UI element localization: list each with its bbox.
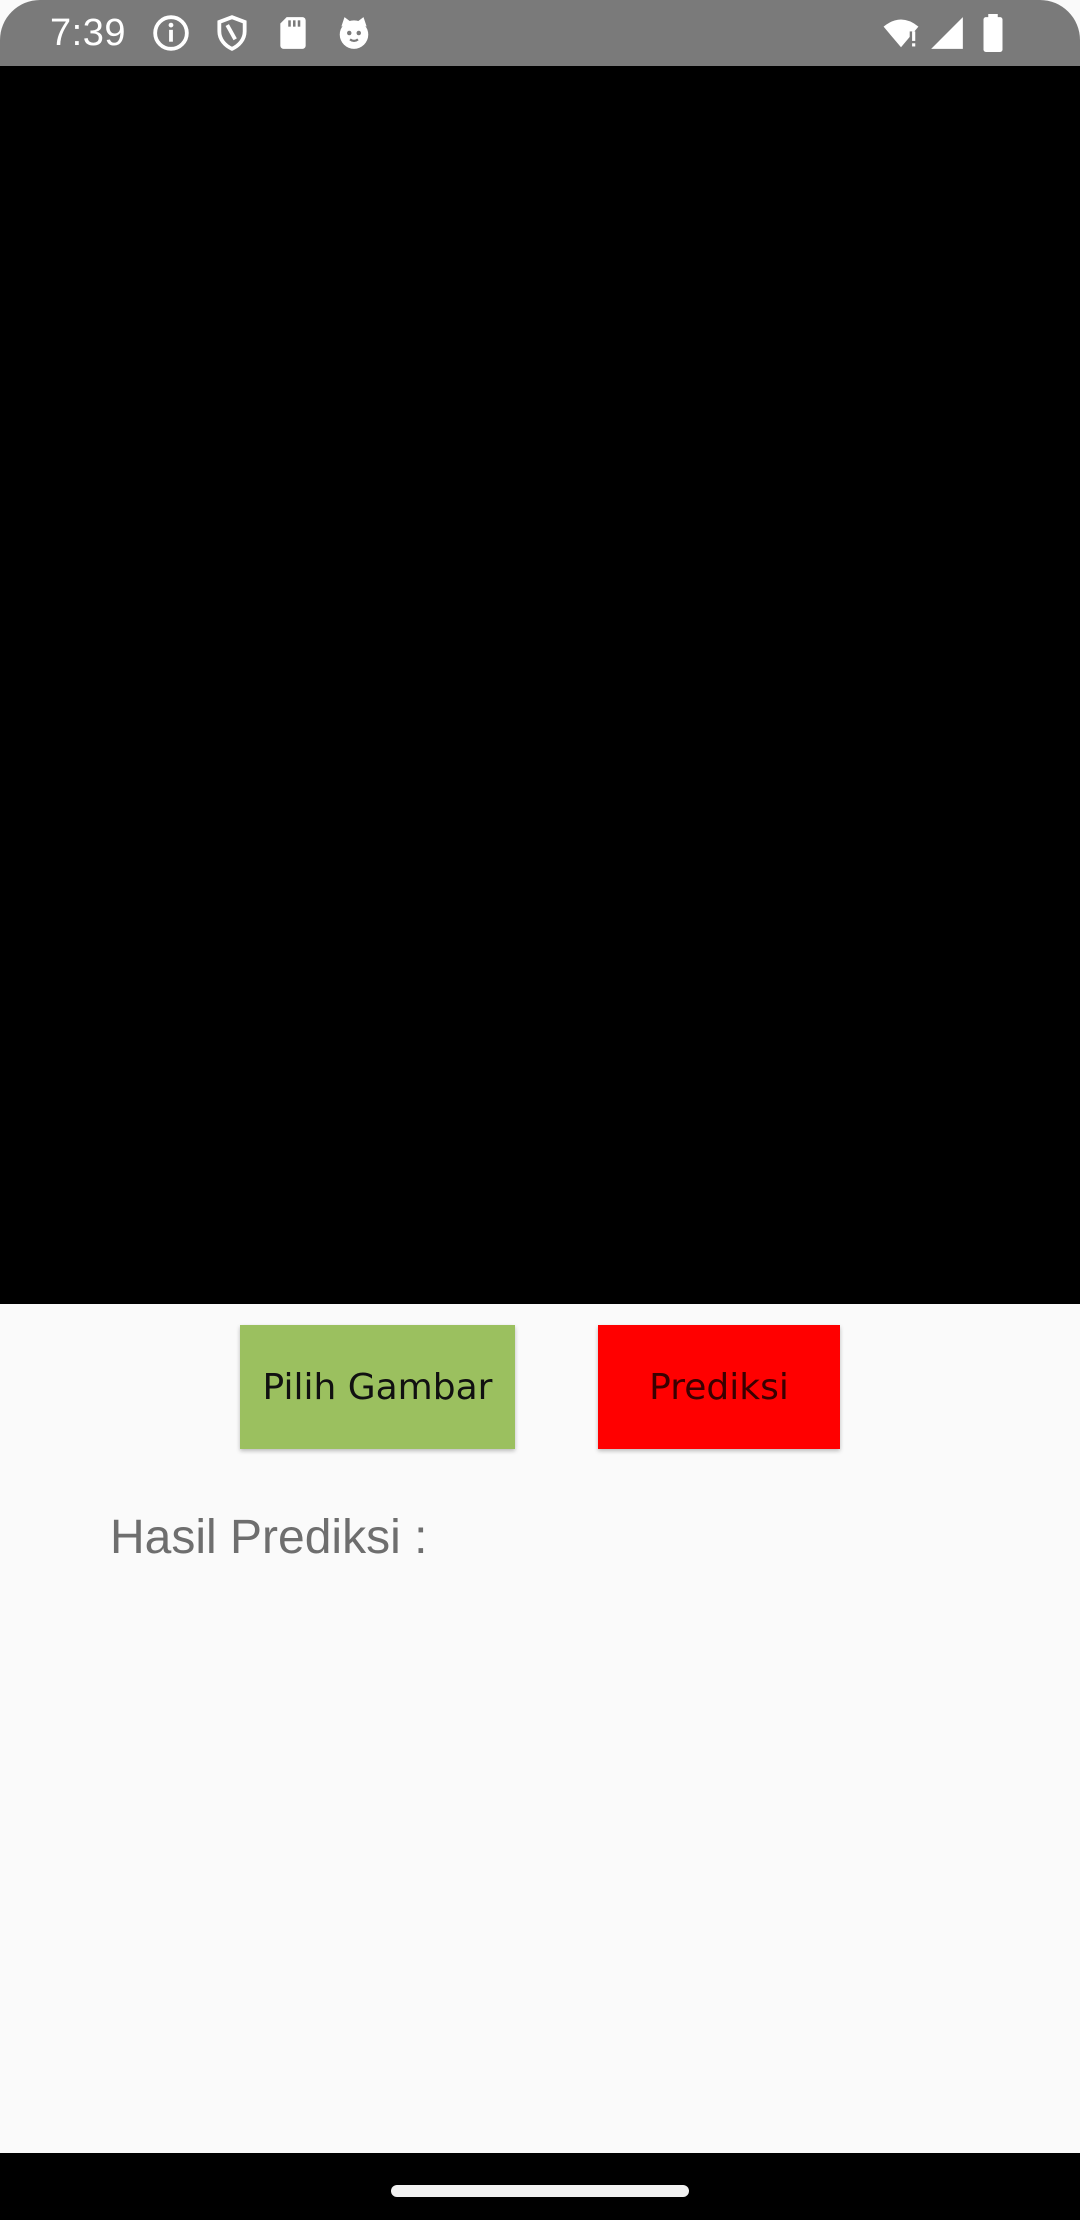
app-screen: 7:39 Pilih Gambar Prediksi Hasil Prediks… <box>0 0 1080 2220</box>
image-preview <box>0 66 1080 1304</box>
wifi-alert-icon <box>880 14 922 52</box>
cell-signal-icon <box>928 14 966 52</box>
info-icon <box>152 14 190 52</box>
battery-icon <box>980 14 1006 52</box>
navigation-bar <box>0 2153 1080 2220</box>
home-gesture-handle[interactable] <box>391 2185 689 2197</box>
status-bar: 7:39 <box>0 0 1080 66</box>
prediction-result-label: Hasil Prediksi : <box>110 1511 428 1564</box>
predict-button[interactable]: Prediksi <box>598 1325 840 1449</box>
status-time: 7:39 <box>50 12 126 54</box>
shield-icon <box>213 14 251 52</box>
sd-card-icon <box>274 14 312 52</box>
pick-image-button[interactable]: Pilih Gambar <box>240 1325 515 1449</box>
cat-face-icon <box>335 14 373 52</box>
